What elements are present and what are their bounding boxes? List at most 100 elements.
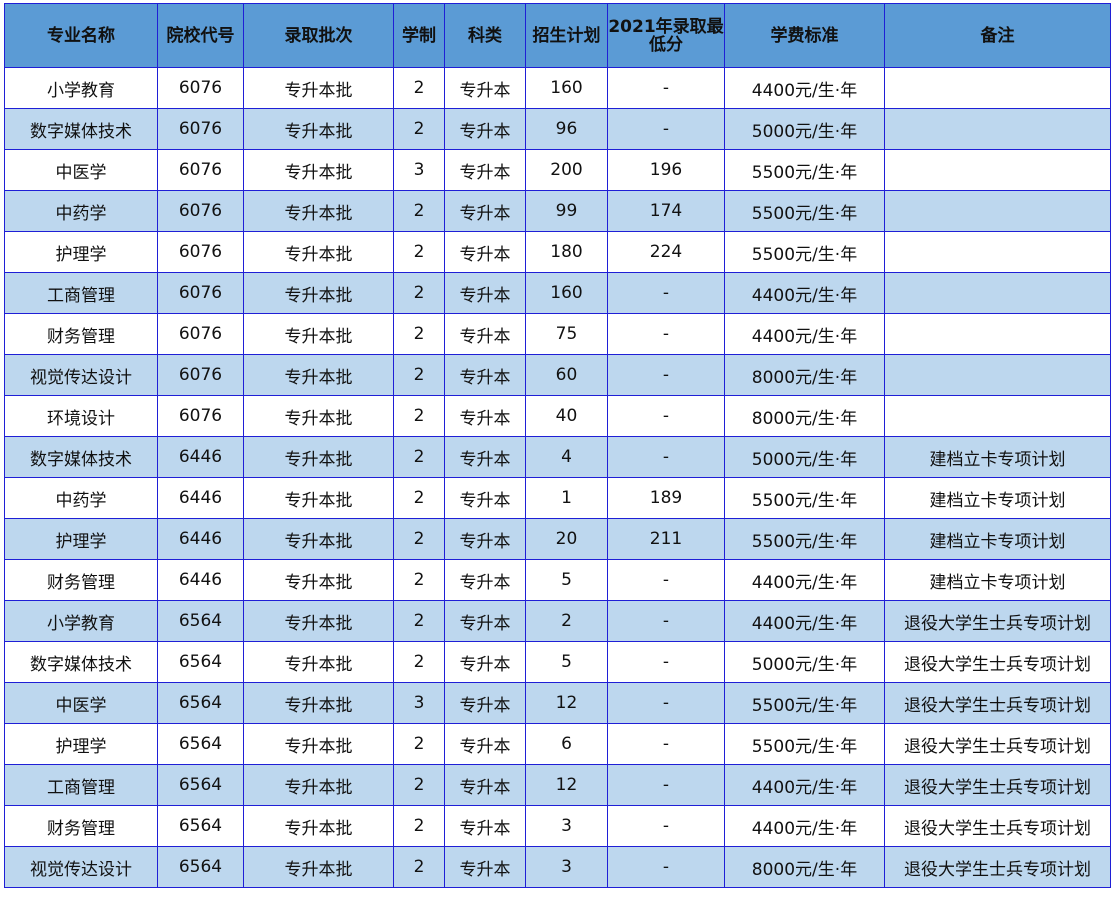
cell-tuition: 4400元/生·年: [724, 67, 885, 109]
cell-batch: 专升本批: [243, 805, 394, 847]
cell-tuition: 4400元/生·年: [724, 600, 885, 642]
cell-major: 护理学: [4, 723, 158, 765]
table-body: 小学教育 6076 专升本批 2 专升本 160-4400元/生·年 数字媒体技术 6076 专…: [4, 67, 1111, 888]
cell-enrollment-plan: 3: [525, 846, 608, 888]
header-min-score-2021: 2021年录取最低分: [607, 3, 725, 68]
cell-batch: 专升本批: [243, 395, 394, 437]
cell-tuition: 5500元/生·年: [724, 723, 885, 765]
cell-enrollment-plan: 5: [525, 559, 608, 601]
cell-batch: 专升本批: [243, 108, 394, 150]
cell-tuition: 8000元/生·年: [724, 395, 885, 437]
cell-enrollment-plan: 20: [525, 518, 608, 560]
cell-category: 专升本: [444, 313, 526, 355]
table-row: 护理学 6446 专升本批 2 专升本 20 211 5500元/生·年 建档立卡专项计划: [4, 518, 1111, 560]
cell-school-code: 6076: [157, 231, 244, 273]
table-row: 中药学 6076 专升本批 2 专升本 99 174 5500元/生·年: [4, 190, 1111, 232]
cell-min-score: -: [607, 682, 725, 724]
header-row: 专业名称 院校代号 录取批次 学制 科类 招生计划 2021年录取最低分 学费标…: [4, 3, 1111, 68]
admissions-table: 专业名称 院校代号 录取批次 学制 科类 招生计划 2021年录取最低分 学费标…: [4, 3, 1111, 888]
cell-school-code: 6564: [157, 682, 244, 724]
cell-remarks: 退役大学生士兵专项计划: [884, 764, 1111, 806]
cell-major: 护理学: [4, 231, 158, 273]
cell-remarks: 退役大学生士兵专项计划: [884, 723, 1111, 765]
cell-category: 专升本: [444, 846, 526, 888]
cell-school-code: 6446: [157, 518, 244, 560]
cell-enrollment-plan: 3: [525, 805, 608, 847]
cell-category: 专升本: [444, 723, 526, 765]
cell-batch: 专升本批: [243, 231, 394, 273]
cell-min-score: -: [607, 67, 725, 109]
cell-duration: 2: [393, 600, 445, 642]
table-row: 中药学 6446 专升本批 2 专升本 1 189 5500元/生·年 建档立卡专项计划: [4, 477, 1111, 519]
cell-enrollment-plan: 6: [525, 723, 608, 765]
table-row: 视觉传达设计 6564 专升本批 2 专升本 3-8000元/生·年 退役大学生士兵专项计划: [4, 846, 1111, 888]
cell-remarks: 退役大学生士兵专项计划: [884, 846, 1111, 888]
cell-school-code: 6076: [157, 354, 244, 396]
cell-tuition: 4400元/生·年: [724, 805, 885, 847]
cell-min-score: -: [607, 559, 725, 601]
cell-duration: 2: [393, 764, 445, 806]
cell-tuition: 8000元/生·年: [724, 354, 885, 396]
cell-tuition: 5500元/生·年: [724, 149, 885, 191]
cell-batch: 专升本批: [243, 149, 394, 191]
cell-school-code: 6076: [157, 313, 244, 355]
cell-category: 专升本: [444, 354, 526, 396]
cell-remarks: [884, 313, 1111, 355]
cell-major: 小学教育: [4, 67, 158, 109]
header-enrollment-plan: 招生计划: [525, 3, 608, 68]
cell-major: 小学教育: [4, 600, 158, 642]
cell-category: 专升本: [444, 190, 526, 232]
cell-remarks: 建档立卡专项计划: [884, 559, 1111, 601]
cell-duration: 2: [393, 846, 445, 888]
cell-remarks: [884, 67, 1111, 109]
cell-remarks: [884, 354, 1111, 396]
cell-min-score: 196: [607, 149, 725, 191]
cell-tuition: 4400元/生·年: [724, 559, 885, 601]
cell-enrollment-plan: 160: [525, 272, 608, 314]
cell-enrollment-plan: 200: [525, 149, 608, 191]
cell-enrollment-plan: 12: [525, 682, 608, 724]
cell-enrollment-plan: 5: [525, 641, 608, 683]
cell-enrollment-plan: 4: [525, 436, 608, 478]
cell-enrollment-plan: 180: [525, 231, 608, 273]
table-row: 财务管理 6564 专升本批 2 专升本 3-4400元/生·年 退役大学生士兵专项计划: [4, 805, 1111, 847]
cell-category: 专升本: [444, 682, 526, 724]
cell-duration: 3: [393, 149, 445, 191]
cell-duration: 2: [393, 641, 445, 683]
cell-tuition: 5000元/生·年: [724, 108, 885, 150]
cell-major: 财务管理: [4, 805, 158, 847]
cell-min-score: 174: [607, 190, 725, 232]
table-row: 工商管理 6564 专升本批 2 专升本 12-4400元/生·年 退役大学生士兵专项计划: [4, 764, 1111, 806]
cell-remarks: 退役大学生士兵专项计划: [884, 600, 1111, 642]
cell-major: 中药学: [4, 477, 158, 519]
cell-min-score: -: [607, 313, 725, 355]
cell-major: 工商管理: [4, 764, 158, 806]
cell-batch: 专升本批: [243, 846, 394, 888]
cell-school-code: 6564: [157, 846, 244, 888]
cell-category: 专升本: [444, 477, 526, 519]
cell-category: 专升本: [444, 436, 526, 478]
cell-enrollment-plan: 2: [525, 600, 608, 642]
cell-min-score: -: [607, 108, 725, 150]
cell-school-code: 6076: [157, 67, 244, 109]
cell-category: 专升本: [444, 395, 526, 437]
cell-school-code: 6564: [157, 805, 244, 847]
cell-remarks: 建档立卡专项计划: [884, 436, 1111, 478]
cell-school-code: 6076: [157, 108, 244, 150]
cell-duration: 3: [393, 682, 445, 724]
cell-tuition: 4400元/生·年: [724, 313, 885, 355]
cell-enrollment-plan: 1: [525, 477, 608, 519]
cell-school-code: 6076: [157, 395, 244, 437]
cell-min-score: -: [607, 395, 725, 437]
cell-min-score: -: [607, 641, 725, 683]
table-row: 环境设计 6076 专升本批 2 专升本 40-8000元/生·年: [4, 395, 1111, 437]
cell-enrollment-plan: 160: [525, 67, 608, 109]
table-row: 小学教育 6564 专升本批 2 专升本 2-4400元/生·年 退役大学生士兵专项计划: [4, 600, 1111, 642]
cell-tuition: 5500元/生·年: [724, 190, 885, 232]
table-row: 中医学 6564 专升本批 3 专升本 12-5500元/生·年 退役大学生士兵专项计划: [4, 682, 1111, 724]
table-row: 数字媒体技术 6446 专升本批 2 专升本 4-5000元/生·年 建档立卡专项计划: [4, 436, 1111, 478]
cell-min-score: 211: [607, 518, 725, 560]
cell-major: 数字媒体技术: [4, 641, 158, 683]
cell-tuition: 5000元/生·年: [724, 641, 885, 683]
cell-school-code: 6564: [157, 600, 244, 642]
